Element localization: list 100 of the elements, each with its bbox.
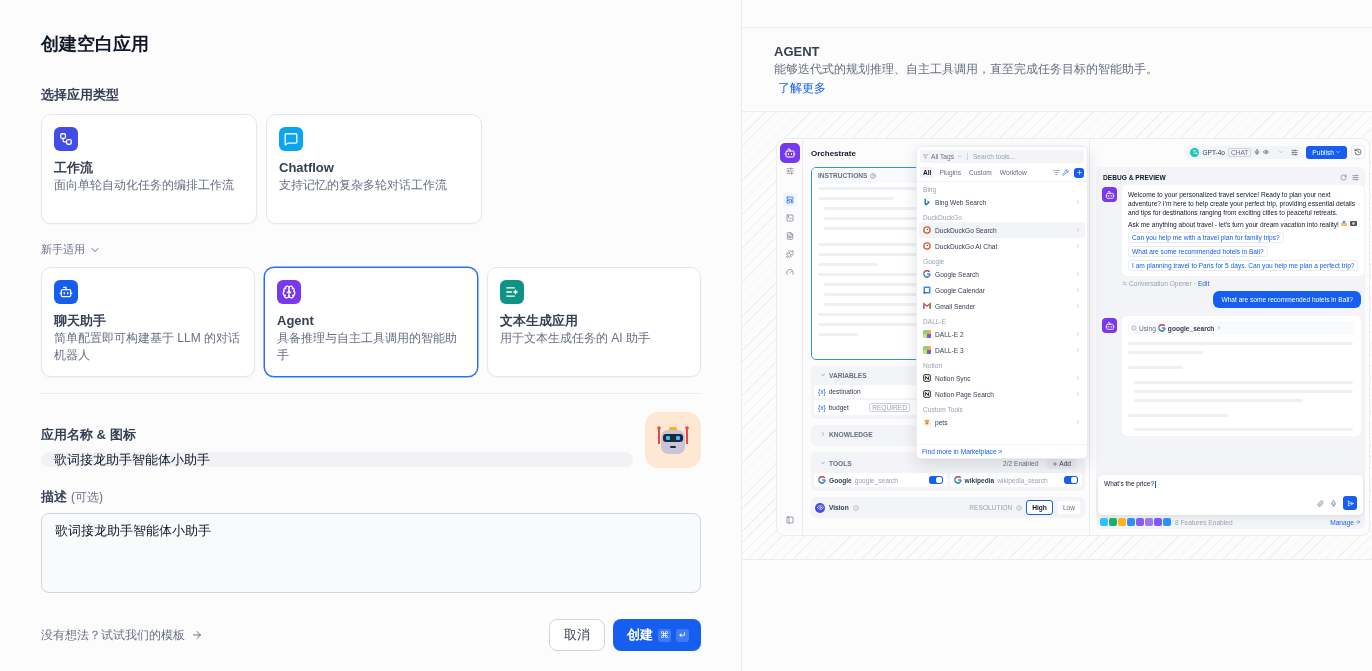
app-type-description: 简单配置即可构建基于 LLM 的对话机器人	[54, 330, 241, 364]
chevron-down-icon	[956, 154, 962, 159]
workflow-icon	[54, 127, 78, 151]
chevron-down-icon	[1335, 149, 1341, 155]
orchestrate-title: Orchestrate	[811, 147, 856, 160]
gradient-square-icon	[923, 346, 931, 354]
section-label: 选择应用类型	[41, 86, 120, 104]
chevron-right-icon	[1216, 325, 1223, 331]
model-icon	[1190, 147, 1200, 157]
beginner-toggle[interactable]: 新手适用	[41, 242, 701, 257]
help-icon	[870, 172, 877, 179]
app-type-card[interactable]: 文本生成应用 用于文本生成任务的 AI 助手	[487, 267, 701, 377]
layout-icon[interactable]	[782, 193, 797, 207]
chevron-right-icon	[1075, 419, 1081, 425]
app-type-name: 文本生成应用	[500, 312, 579, 330]
chevron-right-icon	[1075, 347, 1081, 353]
cancel-button[interactable]: 取消	[549, 619, 605, 651]
filter-icon	[923, 154, 928, 159]
paw-icon	[923, 418, 931, 426]
chevron-right-icon	[1075, 375, 1081, 381]
optional-hint: (可选)	[71, 489, 103, 506]
robot-icon	[1102, 187, 1117, 202]
send-icon	[1346, 499, 1354, 507]
app-type-name: Agent	[277, 312, 315, 330]
sort-icon	[1053, 169, 1060, 176]
plus-icon	[1052, 460, 1059, 467]
app-type-card[interactable]: Chatflow 支持记忆的复杂多轮对话工作流	[266, 114, 482, 224]
gradient-square-icon	[923, 330, 931, 338]
app-type-description: 具备推理与自主工具调用的智能助手	[277, 330, 458, 364]
chevron-right-icon	[1075, 271, 1081, 277]
learn-more-link[interactable]: 了解更多	[778, 80, 826, 97]
chevron-right-icon	[1075, 303, 1081, 309]
sliders-icon	[1352, 174, 1359, 181]
sliders-icon	[785, 167, 794, 175]
app-type-name: Chatflow	[279, 159, 335, 177]
app-type-name: 工作流	[54, 159, 94, 177]
chevron-right-icon	[1075, 199, 1081, 205]
history-icon	[1354, 148, 1362, 156]
robot-icon	[54, 280, 78, 304]
mic-icon	[1254, 149, 1261, 155]
chevron-right-icon	[1075, 391, 1081, 397]
emoji-drawing	[1340, 220, 1357, 227]
paperclip-icon	[1317, 499, 1324, 507]
app-name-field[interactable]: 歌词接龙助手智能体小助手	[41, 452, 633, 467]
app-type-card[interactable]: Agent 具备推理与自主工具调用的智能助手	[264, 267, 478, 377]
opener-icon	[1122, 281, 1127, 286]
app-type-description: 面向单轮自动化任务的编排工作流	[54, 177, 235, 194]
list-plus-icon	[500, 280, 524, 304]
shortcut-key: ↵	[676, 628, 689, 642]
loader-icon	[1131, 325, 1137, 331]
chevron-down-icon	[820, 372, 826, 378]
plus-button[interactable]	[1074, 167, 1084, 178]
chevron-right-icon	[1075, 331, 1081, 337]
brain-icon	[277, 280, 301, 304]
tool-switch[interactable]	[1064, 476, 1078, 484]
help-icon	[852, 504, 859, 511]
tool-switch[interactable]	[928, 476, 943, 484]
app-type-description: 支持记忆的复杂多轮对话工作流	[279, 177, 448, 194]
robot-icon	[779, 143, 800, 163]
chevron-right-icon	[1075, 227, 1081, 233]
arrow-up-right-icon	[996, 448, 1003, 455]
preview-description: 能够迭代式的规划推理、自主工具调用，直至完成任务目标的智能助手。	[774, 61, 1159, 78]
duck-logo-icon	[923, 242, 931, 250]
field-label: 描述	[41, 488, 67, 506]
preview-title: AGENT	[774, 43, 821, 61]
app-type-card[interactable]: 工作流 面向单轮自动化任务的编排工作流	[41, 114, 257, 224]
google-logo-icon	[923, 270, 931, 278]
google-logo-icon	[953, 476, 962, 484]
shortcut-key: ⌘	[658, 628, 671, 642]
field-label: 应用名称 & 图标	[41, 426, 137, 444]
chevron-right-icon	[1075, 287, 1081, 293]
eye-icon	[815, 502, 825, 513]
send-button[interactable]	[1343, 496, 1357, 510]
app-type-card[interactable]: 聊天助手 简单配置即可构建基于 LLM 的对话机器人	[41, 267, 255, 377]
app-type-name: 聊天助手	[54, 312, 107, 330]
notion-square-icon	[923, 390, 931, 398]
chevron-right-icon	[820, 431, 826, 437]
chevron-right-icon	[1075, 243, 1081, 249]
sliders-icon	[1291, 148, 1299, 156]
refresh-icon	[1340, 174, 1347, 181]
duck-logo-icon	[923, 226, 931, 234]
google-logo-icon	[818, 476, 826, 484]
page-title: 创建空白应用	[41, 33, 150, 56]
eye-icon	[1263, 149, 1270, 155]
app-type-description: 用于文本生成任务的 AI 助手	[500, 330, 651, 347]
google-logo-icon	[1157, 324, 1166, 332]
template-link[interactable]: 没有想法？试试我们的模板	[41, 626, 203, 644]
chevron-down-icon	[820, 460, 826, 466]
bing-logo-icon	[923, 198, 931, 206]
arrow-right-icon	[1355, 519, 1361, 525]
robot-avatar-icon[interactable]	[645, 412, 701, 468]
mail-icon	[923, 302, 931, 310]
wrench-icon	[1062, 169, 1069, 176]
chevron-down-icon	[1278, 149, 1285, 155]
description-field[interactable]: 歌词接龙助手智能体小助手	[41, 513, 701, 593]
robot-icon	[1102, 318, 1117, 333]
chat-bubble-icon	[279, 127, 303, 151]
help-icon	[1016, 504, 1023, 511]
create-button[interactable]: 创建 ⌘ ↵	[613, 619, 701, 651]
history-button[interactable]	[1351, 145, 1365, 159]
